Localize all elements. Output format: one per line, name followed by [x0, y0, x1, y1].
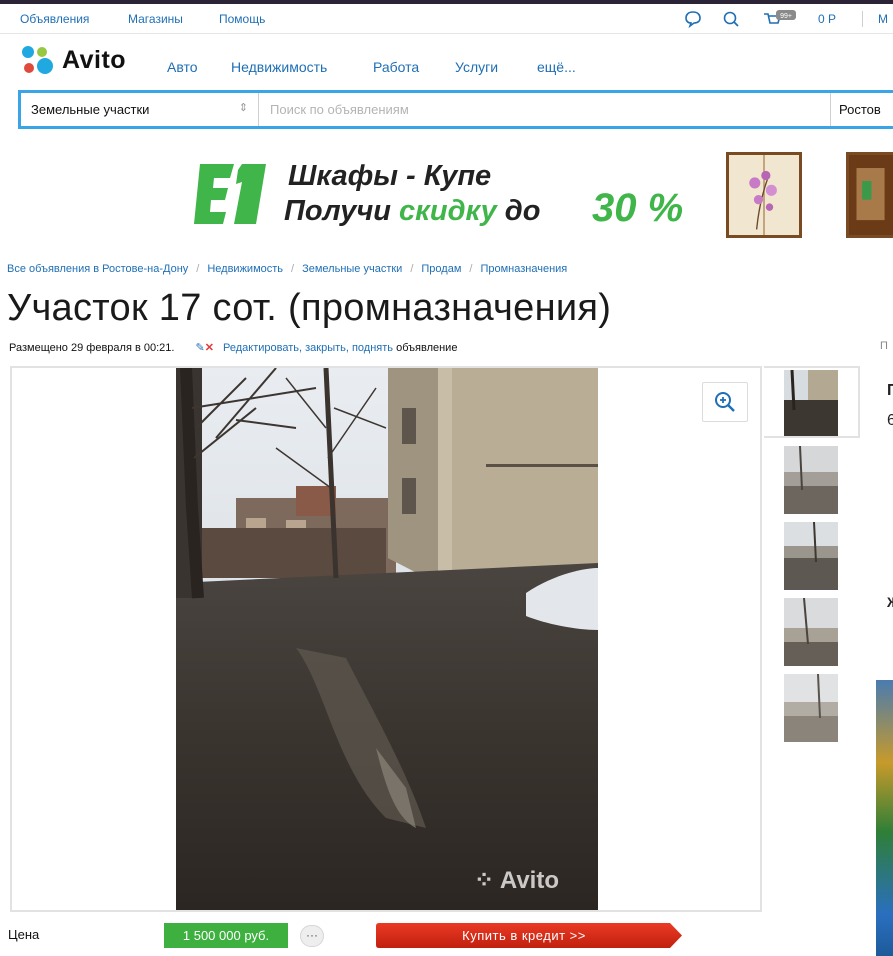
thumbnail-3[interactable] — [784, 522, 838, 590]
cart-icon[interactable]: 99+ — [762, 10, 798, 28]
posted-info: Размещено 29 февраля в 00:21. ✎✕ Редакти… — [9, 341, 457, 354]
account-link[interactable]: М — [878, 12, 888, 26]
sidebar-label: П — [880, 340, 888, 352]
banner-line2-prefix: Получи — [284, 195, 391, 227]
banner-line2: Получи скидку до — [284, 195, 540, 228]
category-select[interactable]: Земельные участки ⇕ — [21, 93, 259, 126]
favorites-search-icon[interactable] — [722, 10, 740, 28]
category-more[interactable]: ещё... — [537, 59, 576, 75]
e1-logo-icon — [194, 164, 266, 224]
category-services[interactable]: Услуги — [455, 59, 498, 75]
buy-on-credit-button[interactable]: Купить в кредит >> — [376, 923, 682, 948]
photo-gallery: ⁘ Avito — [10, 366, 762, 912]
top-nav: Объявления Магазины Помощь 99+ 0 Р М — [0, 4, 893, 34]
balance[interactable]: 0 Р — [818, 12, 836, 26]
sidebar-peek-1: П — [887, 382, 893, 399]
sidebar-ad-image[interactable] — [876, 680, 893, 956]
zoom-button[interactable] — [702, 382, 748, 422]
sidebar-peek-2: 6 — [887, 412, 893, 429]
banner-line2-highlight: скидку — [399, 195, 497, 227]
nav-link-ads[interactable]: Объявления — [20, 12, 89, 26]
select-arrows-icon: ⇕ — [238, 102, 248, 114]
watermark-dots-icon: ⁘ — [474, 867, 500, 894]
delete-icon[interactable]: ✕ — [205, 342, 214, 354]
edit-listing-link[interactable]: Редактировать, закрыть, поднять — [223, 342, 393, 354]
wardrobe-orchid-image — [726, 152, 802, 238]
breadcrumb: Все объявления в Ростове-на-Дону / Недвижи… — [7, 263, 567, 275]
price-label: Цена — [8, 927, 40, 942]
breadcrumb-realty[interactable]: Недвижимость — [207, 263, 283, 275]
thumbnail-2[interactable] — [784, 446, 838, 514]
watermark-text: Avito — [499, 867, 559, 894]
thumbnail-image — [784, 674, 838, 742]
search-input[interactable] — [260, 93, 830, 126]
price-value: 1 500 000 руб. — [164, 923, 288, 948]
wardrobe-wood-image — [846, 152, 893, 238]
posted-date: Размещено 29 февраля в 00:21. — [9, 342, 175, 354]
breadcrumb-separator: / — [410, 263, 414, 275]
banner-line1: Шкафы - Купе — [288, 160, 492, 192]
region-select[interactable]: Ростов — [830, 93, 893, 126]
breadcrumb-all-ads[interactable]: Все объявления в Ростове-на-Дону — [7, 263, 188, 275]
breadcrumb-industrial[interactable]: Промназначения — [480, 263, 567, 275]
price-more-button[interactable]: ··· — [300, 925, 324, 947]
logo-text: Avito — [62, 46, 127, 74]
nav-link-help[interactable]: Помощь — [219, 12, 265, 26]
page-title: Участок 17 сот. (промназначения) — [7, 287, 612, 329]
sidebar-peek-3: Ж — [887, 594, 893, 610]
thumbnail-image — [784, 522, 838, 590]
thumbnail-image — [784, 598, 838, 666]
thumbnail-image — [784, 446, 838, 514]
pencil-icon[interactable]: ✎ — [196, 342, 205, 354]
messages-icon[interactable] — [684, 10, 702, 28]
divider — [862, 11, 863, 27]
thumbnail-5[interactable] — [784, 674, 838, 742]
category-jobs[interactable]: Работа — [373, 59, 419, 75]
breadcrumb-separator: / — [291, 263, 295, 275]
avito-logo-icon — [22, 46, 53, 74]
nav-link-shops[interactable]: Магазины — [128, 12, 183, 26]
breadcrumb-separator: / — [469, 263, 473, 275]
banner-line2-suffix: до — [504, 195, 541, 227]
category-select-value: Земельные участки — [31, 102, 150, 117]
avito-watermark: ⁘ Avito — [474, 866, 559, 895]
edit-suffix: объявление — [396, 342, 458, 354]
zoom-in-icon — [715, 392, 735, 412]
category-auto[interactable]: Авто — [167, 59, 198, 75]
credit-button-label: Купить в кредит >> — [462, 928, 586, 943]
thumbnail-4[interactable] — [784, 598, 838, 666]
ad-banner[interactable]: Шкафы - Купе Получи скидку до 30 % — [190, 150, 893, 242]
breadcrumb-separator: / — [196, 263, 200, 275]
category-realty[interactable]: Недвижимость — [231, 59, 327, 75]
breadcrumb-sell[interactable]: Продам — [421, 263, 461, 275]
right-sidebar: П П 6 Ж — [870, 330, 893, 956]
main-photo[interactable] — [176, 368, 598, 910]
cart-count: 99+ — [780, 13, 792, 20]
search-bar: Земельные участки ⇕ Ростов — [18, 90, 893, 129]
thumbnail-image — [784, 370, 838, 436]
avito-logo[interactable]: Avito — [20, 44, 126, 80]
breadcrumb-land[interactable]: Земельные участки — [302, 263, 402, 275]
thumbnail-1[interactable] — [764, 366, 860, 438]
banner-discount: 30 % — [592, 186, 684, 230]
region-value: Ростов — [839, 102, 881, 117]
